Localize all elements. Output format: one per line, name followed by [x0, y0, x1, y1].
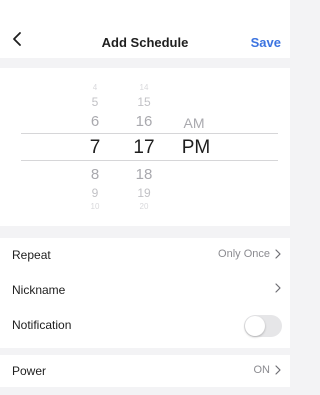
hour-option[interactable]: 5	[82, 95, 108, 109]
minute-option[interactable]: 20	[128, 202, 160, 211]
settings-group: Repeat Only Once Nickname Notification	[0, 238, 290, 348]
minute-option[interactable]: 19	[128, 186, 160, 200]
period-option-selected[interactable]: PM	[176, 137, 216, 159]
selection-bottom-line	[21, 160, 278, 161]
navigation-bar: Add Schedule Save	[0, 0, 290, 58]
repeat-label: Repeat	[12, 248, 51, 262]
page-title: Add Schedule	[101, 35, 189, 50]
period-option[interactable]: AM	[176, 115, 212, 131]
toggle-knob	[245, 316, 265, 336]
notification-label: Notification	[12, 318, 72, 332]
hour-option-selected[interactable]: 7	[82, 137, 108, 159]
hour-option[interactable]: 8	[82, 166, 108, 183]
chevron-right-icon	[275, 249, 281, 259]
hour-option[interactable]: 9	[82, 186, 108, 200]
nickname-row[interactable]: Nickname	[0, 273, 290, 308]
minute-option[interactable]: 14	[128, 83, 160, 92]
power-label: Power	[12, 364, 47, 378]
minute-option[interactable]: 15	[128, 95, 160, 109]
save-button[interactable]: Save	[251, 35, 281, 50]
minute-option[interactable]: 16	[128, 113, 160, 130]
power-value: ON	[253, 364, 271, 376]
power-group: Power ON	[0, 355, 290, 387]
selection-top-line	[21, 133, 278, 134]
notification-toggle[interactable]	[244, 315, 282, 337]
minute-option-selected[interactable]: 17	[128, 137, 160, 159]
chevron-right-icon	[275, 365, 281, 375]
repeat-row[interactable]: Repeat Only Once	[0, 238, 290, 273]
power-row[interactable]: Power ON	[0, 355, 290, 387]
chevron-right-icon	[275, 283, 281, 293]
hour-option[interactable]: 6	[82, 113, 108, 130]
minute-option[interactable]: 18	[128, 166, 160, 183]
hour-option[interactable]: 4	[82, 83, 108, 92]
repeat-value: Only Once	[218, 248, 270, 260]
time-picker[interactable]: 4 5 6 7 8 9 10 14 15 16 17 18 19 20 AM P…	[0, 68, 290, 226]
nickname-label: Nickname	[12, 283, 66, 297]
notification-row: Notification	[0, 308, 290, 343]
hour-option[interactable]: 10	[82, 202, 108, 211]
